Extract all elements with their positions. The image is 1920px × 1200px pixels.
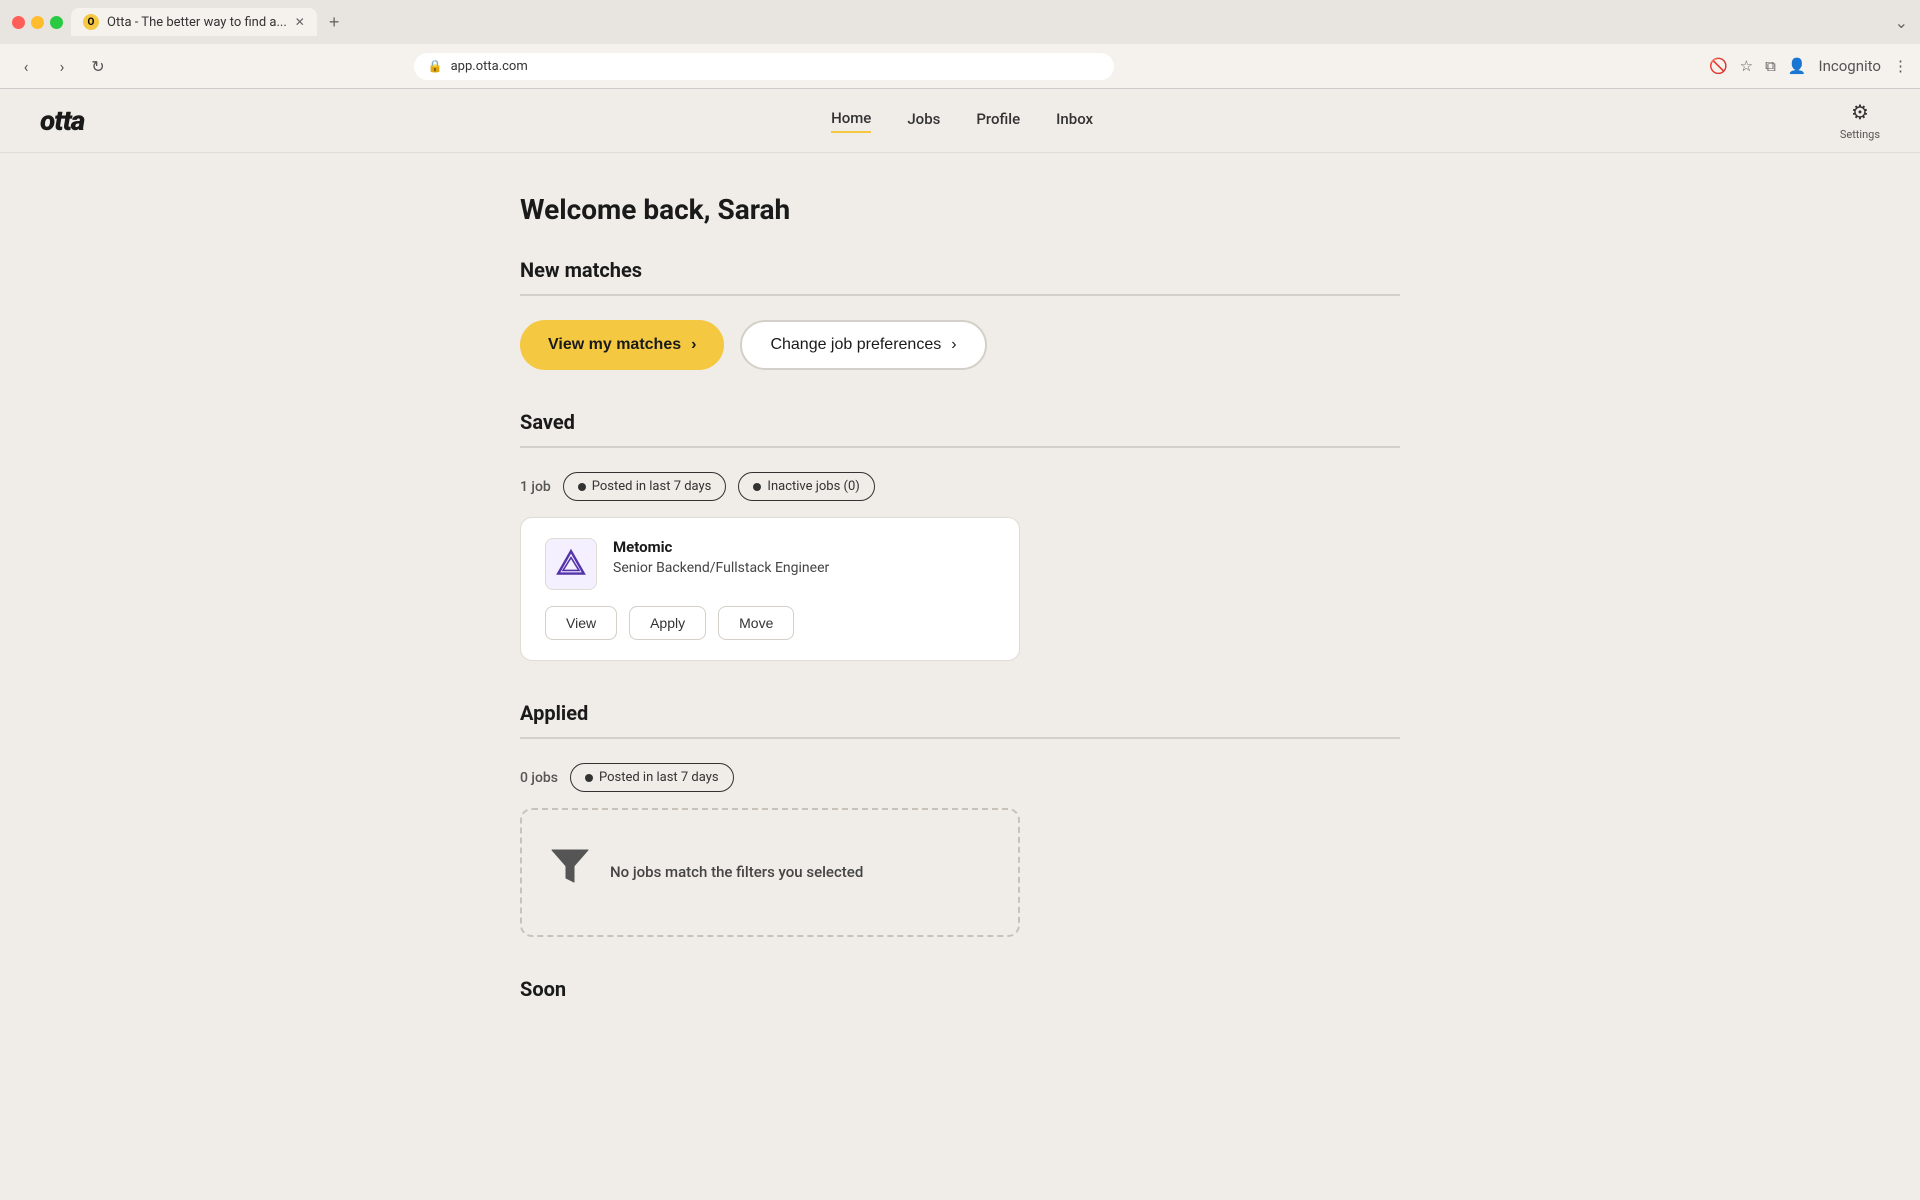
job-card: Metomic Senior Backend/Fullstack Enginee… — [520, 517, 1020, 661]
section-divider — [520, 294, 1400, 296]
company-logo — [545, 538, 597, 590]
company-name: Metomic — [613, 538, 995, 556]
tab-close-icon[interactable]: ✕ — [295, 15, 305, 29]
overflow-icon[interactable]: ⋮ — [1893, 57, 1908, 75]
browser-tab[interactable]: O Otta - The better way to find a... ✕ — [71, 8, 317, 36]
address-text: app.otta.com — [451, 59, 528, 74]
applied-divider — [520, 737, 1400, 739]
chevron-right-icon-2: › — [951, 336, 956, 354]
applied-title: Applied — [520, 701, 1400, 725]
app-navbar: otta Home Jobs Profile Inbox ⚙ Settings — [0, 89, 1920, 153]
saved-filter-chip-1[interactable]: Posted in last 7 days — [563, 472, 727, 501]
back-button[interactable]: ‹ — [12, 52, 40, 80]
change-preferences-button[interactable]: Change job preferences › — [740, 320, 986, 370]
saved-filter-row: 1 job Posted in last 7 days Inactive job… — [520, 472, 1400, 501]
main-content: Welcome back, Sarah New matches View my … — [480, 153, 1440, 1081]
filter-dot-icon — [578, 483, 586, 491]
apply-job-button[interactable]: Apply — [629, 606, 706, 640]
saved-filter-label-1: Posted in last 7 days — [592, 479, 712, 494]
soon-section: Soon — [520, 977, 1400, 1001]
settings-label: Settings — [1840, 128, 1880, 141]
job-info: Metomic Senior Backend/Fullstack Enginee… — [613, 538, 995, 576]
camera-off-icon: 🚫 — [1709, 57, 1728, 75]
applied-filter-chip[interactable]: Posted in last 7 days — [570, 763, 734, 792]
job-header: Metomic Senior Backend/Fullstack Enginee… — [545, 538, 995, 590]
filter-dot-icon-2 — [753, 483, 761, 491]
nav-link-inbox[interactable]: Inbox — [1056, 110, 1093, 132]
saved-divider — [520, 446, 1400, 448]
logo: otta — [40, 104, 84, 137]
funnel-icon — [550, 846, 590, 899]
star-icon[interactable]: ☆ — [1740, 57, 1753, 75]
tab-title: Otta - The better way to find a... — [107, 15, 287, 30]
cta-buttons: View my matches › Change job preferences… — [520, 320, 1400, 370]
tab-favicon: O — [83, 14, 99, 30]
job-title: Senior Backend/Fullstack Engineer — [613, 560, 995, 576]
nav-link-jobs[interactable]: Jobs — [907, 110, 940, 132]
forward-button[interactable]: › — [48, 52, 76, 80]
view-matches-button[interactable]: View my matches › — [520, 320, 724, 370]
change-prefs-label: Change job preferences — [770, 336, 941, 354]
new-matches-section: New matches View my matches › Change job… — [520, 258, 1400, 370]
nav-links: Home Jobs Profile Inbox — [831, 109, 1093, 133]
chevron-right-icon: › — [691, 336, 696, 354]
saved-filter-label-2: Inactive jobs (0) — [767, 479, 859, 494]
applied-section: Applied 0 jobs Posted in last 7 days No … — [520, 701, 1400, 937]
profile-icon[interactable]: 👤 — [1788, 57, 1807, 75]
view-job-button[interactable]: View — [545, 606, 617, 640]
minimize-button[interactable] — [31, 16, 44, 29]
new-tab-button[interactable]: + — [321, 8, 348, 37]
applied-jobs-count: 0 jobs — [520, 770, 558, 786]
close-button[interactable] — [12, 16, 25, 29]
chevron-down-icon: ⌄ — [1895, 13, 1908, 32]
applied-filter-row: 0 jobs Posted in last 7 days — [520, 763, 1400, 792]
applied-filter-label: Posted in last 7 days — [599, 770, 719, 785]
saved-title: Saved — [520, 410, 1400, 434]
incognito-label: Incognito — [1819, 57, 1881, 75]
applied-filter-dot-icon — [585, 774, 593, 782]
settings-area[interactable]: ⚙ Settings — [1840, 100, 1880, 141]
saved-jobs-count: 1 job — [520, 479, 551, 495]
saved-filter-chip-2[interactable]: Inactive jobs (0) — [738, 472, 874, 501]
welcome-heading: Welcome back, Sarah — [520, 193, 1400, 226]
job-actions: View Apply Move — [545, 606, 995, 640]
new-matches-title: New matches — [520, 258, 1400, 282]
nav-link-home[interactable]: Home — [831, 109, 871, 133]
lock-icon: 🔒 — [428, 59, 443, 73]
maximize-button[interactable] — [50, 16, 63, 29]
refresh-button[interactable]: ↻ — [84, 52, 112, 80]
soon-title: Soon — [520, 977, 1400, 1001]
view-matches-label: View my matches — [548, 336, 681, 354]
multiwindow-icon[interactable]: ⧉ — [1765, 57, 1776, 75]
nav-link-profile[interactable]: Profile — [976, 110, 1020, 132]
move-job-button[interactable]: Move — [718, 606, 794, 640]
gear-icon: ⚙ — [1851, 100, 1869, 124]
empty-state-text: No jobs match the filters you selected — [610, 862, 863, 883]
metomic-logo-icon — [555, 548, 587, 580]
empty-state: No jobs match the filters you selected — [520, 808, 1020, 937]
saved-section: Saved 1 job Posted in last 7 days Inacti… — [520, 410, 1400, 661]
